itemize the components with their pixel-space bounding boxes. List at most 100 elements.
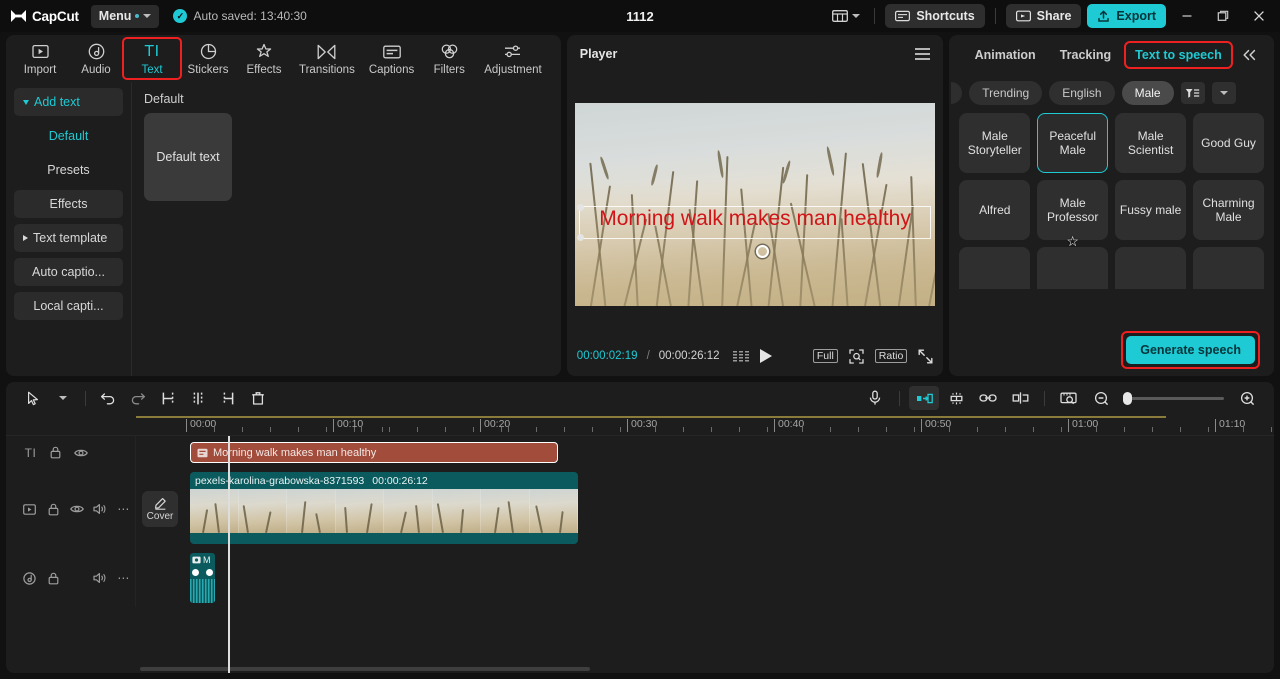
cover-button[interactable]: Cover	[142, 491, 178, 527]
tab-audio[interactable]: Audio	[68, 39, 124, 78]
tab-animation[interactable]: Animation	[966, 43, 1045, 67]
undo-icon[interactable]	[93, 386, 123, 410]
filter-sort-icon[interactable]	[1180, 82, 1205, 104]
audio-fade-in-handle[interactable]	[192, 569, 199, 576]
scrollbar-thumb[interactable]	[140, 667, 591, 671]
volume-icon[interactable]	[88, 572, 111, 584]
zoom-fit-icon[interactable]	[849, 348, 864, 364]
freeze-icon[interactable]	[941, 386, 971, 410]
share-button[interactable]: Share	[1005, 4, 1082, 28]
filter-chip-trending[interactable]: Trending	[969, 81, 1043, 105]
split-icon[interactable]	[153, 386, 183, 410]
select-tool-dropdown[interactable]	[48, 386, 78, 410]
filter-scroll-left[interactable]	[951, 82, 963, 104]
filter-chip-english[interactable]: English	[1049, 81, 1115, 105]
sidebar-item-auto-captions[interactable]: Auto captio...	[14, 258, 123, 286]
zoom-in-icon[interactable]	[1232, 386, 1262, 410]
lock-icon[interactable]	[43, 446, 68, 459]
default-text-card[interactable]: Default text	[144, 113, 232, 201]
voice-tile-partial[interactable]	[959, 247, 1031, 289]
delete-icon[interactable]	[243, 386, 273, 410]
tab-captions[interactable]: Captions	[362, 39, 421, 78]
more-icon[interactable]: ⋯	[112, 571, 135, 585]
voice-tile[interactable]: Good Guy	[1193, 113, 1264, 173]
filter-chip-male[interactable]: Male	[1121, 81, 1174, 105]
sidebar-item-presets[interactable]: Presets	[14, 156, 123, 184]
trim-left-icon[interactable]	[183, 386, 213, 410]
voice-tile[interactable]: Fussy male	[1115, 180, 1187, 240]
tab-text[interactable]: TI Text	[122, 37, 182, 80]
video-preview[interactable]: Morning walk makes man healthy	[575, 103, 936, 306]
export-button[interactable]: Export	[1087, 4, 1166, 28]
track-body-text[interactable]: Morning walk makes man healthy	[136, 436, 1274, 469]
chevron-down-icon[interactable]	[1211, 82, 1236, 104]
voice-tile-selected[interactable]: Peaceful Male	[1037, 113, 1109, 173]
crop-split-icon[interactable]	[1005, 386, 1035, 410]
mic-icon[interactable]	[860, 386, 890, 410]
voice-tile-partial[interactable]	[1193, 247, 1264, 289]
play-icon[interactable]	[759, 349, 772, 363]
audio-fade-out-handle[interactable]	[206, 569, 213, 576]
volume-icon[interactable]	[88, 503, 111, 515]
sidebar-item-local-captions[interactable]: Local capti...	[14, 292, 123, 320]
keyframe-icon[interactable]	[909, 386, 939, 410]
voice-tile[interactable]: Male Scientist	[1115, 113, 1187, 173]
tab-text-to-speech[interactable]: Text to speech	[1124, 41, 1233, 69]
audio-clip[interactable]: M	[190, 553, 215, 603]
tab-tracking[interactable]: Tracking	[1051, 43, 1120, 67]
voice-tile[interactable]: Male Storyteller	[959, 113, 1031, 173]
video-clip[interactable]: pexels-karolina-grabowska-8371593 00:00:…	[190, 472, 578, 544]
menu-button[interactable]: Menu	[90, 4, 160, 28]
ruler-track[interactable]: 00:00 00:10 00:20 00:30 00:40 00:50 01:0…	[136, 414, 1274, 435]
eye-icon[interactable]	[65, 504, 88, 514]
shortcuts-button[interactable]: Shortcuts	[885, 4, 985, 28]
ratio-button[interactable]: Ratio	[874, 349, 908, 363]
tab-adjustment[interactable]: Adjustment	[477, 39, 549, 78]
frames-icon[interactable]	[732, 350, 749, 362]
tab-transitions[interactable]: Transitions	[292, 39, 362, 78]
playhead[interactable]	[228, 436, 230, 673]
voice-tile[interactable]: Charming Male	[1193, 180, 1264, 240]
more-icon[interactable]: ⋯	[112, 502, 135, 516]
tab-effects[interactable]: Effects	[236, 39, 292, 78]
rotate-handle[interactable]	[756, 245, 770, 258]
track-body-audio[interactable]: M	[136, 549, 1274, 607]
lock-icon[interactable]	[41, 572, 64, 585]
sidebar-item-add-text[interactable]: Add text	[14, 88, 123, 116]
maximize-button[interactable]	[1208, 2, 1238, 30]
hamburger-icon[interactable]	[915, 48, 931, 60]
overlay-text[interactable]: Morning walk makes man healthy	[575, 207, 935, 231]
tab-filters[interactable]: Filters	[421, 39, 477, 78]
layout-switch-button[interactable]	[828, 6, 864, 26]
close-button[interactable]	[1244, 2, 1274, 30]
trim-right-icon[interactable]	[213, 386, 243, 410]
voice-tile[interactable]: Male Professor ☆	[1037, 180, 1109, 248]
select-arrow-icon[interactable]	[18, 386, 48, 410]
redo-icon[interactable]	[123, 386, 153, 410]
timeline-zoom-slider[interactable]	[1123, 391, 1224, 405]
voice-tile[interactable]: Alfred	[959, 180, 1031, 240]
link-icon[interactable]	[973, 386, 1003, 410]
full-button[interactable]: Full	[812, 349, 838, 363]
voice-label: Fussy male	[1119, 203, 1182, 217]
timeline-ruler[interactable]: 00:00 00:10 00:20 00:30 00:40 00:50 01:0…	[6, 414, 1274, 436]
sidebar-item-text-template[interactable]: Text template	[14, 224, 123, 252]
sidebar-item-effects[interactable]: Effects	[14, 190, 123, 218]
zoom-slider-knob[interactable]	[1123, 391, 1132, 405]
lock-icon[interactable]	[41, 503, 64, 516]
preview-icon[interactable]	[1054, 386, 1084, 410]
zoom-out-icon[interactable]	[1086, 386, 1116, 410]
voice-tile-partial[interactable]	[1115, 247, 1187, 289]
minimize-button[interactable]	[1172, 2, 1202, 30]
generate-speech-button[interactable]: Generate speech	[1126, 336, 1255, 364]
voice-tile-partial[interactable]	[1037, 247, 1109, 289]
timeline-horizontal-scrollbar[interactable]	[140, 667, 1266, 671]
eye-icon[interactable]	[68, 448, 93, 458]
collapse-right-icon[interactable]	[1241, 49, 1258, 61]
track-body-video[interactable]: Cover pexels-karolina-grabowska-8371593 …	[136, 469, 1274, 549]
fullscreen-icon[interactable]	[918, 349, 933, 364]
sidebar-item-default[interactable]: Default	[14, 122, 123, 150]
tab-import[interactable]: Import	[12, 39, 68, 78]
tab-stickers[interactable]: Stickers	[180, 39, 236, 78]
text-clip[interactable]: Morning walk makes man healthy	[190, 442, 558, 463]
